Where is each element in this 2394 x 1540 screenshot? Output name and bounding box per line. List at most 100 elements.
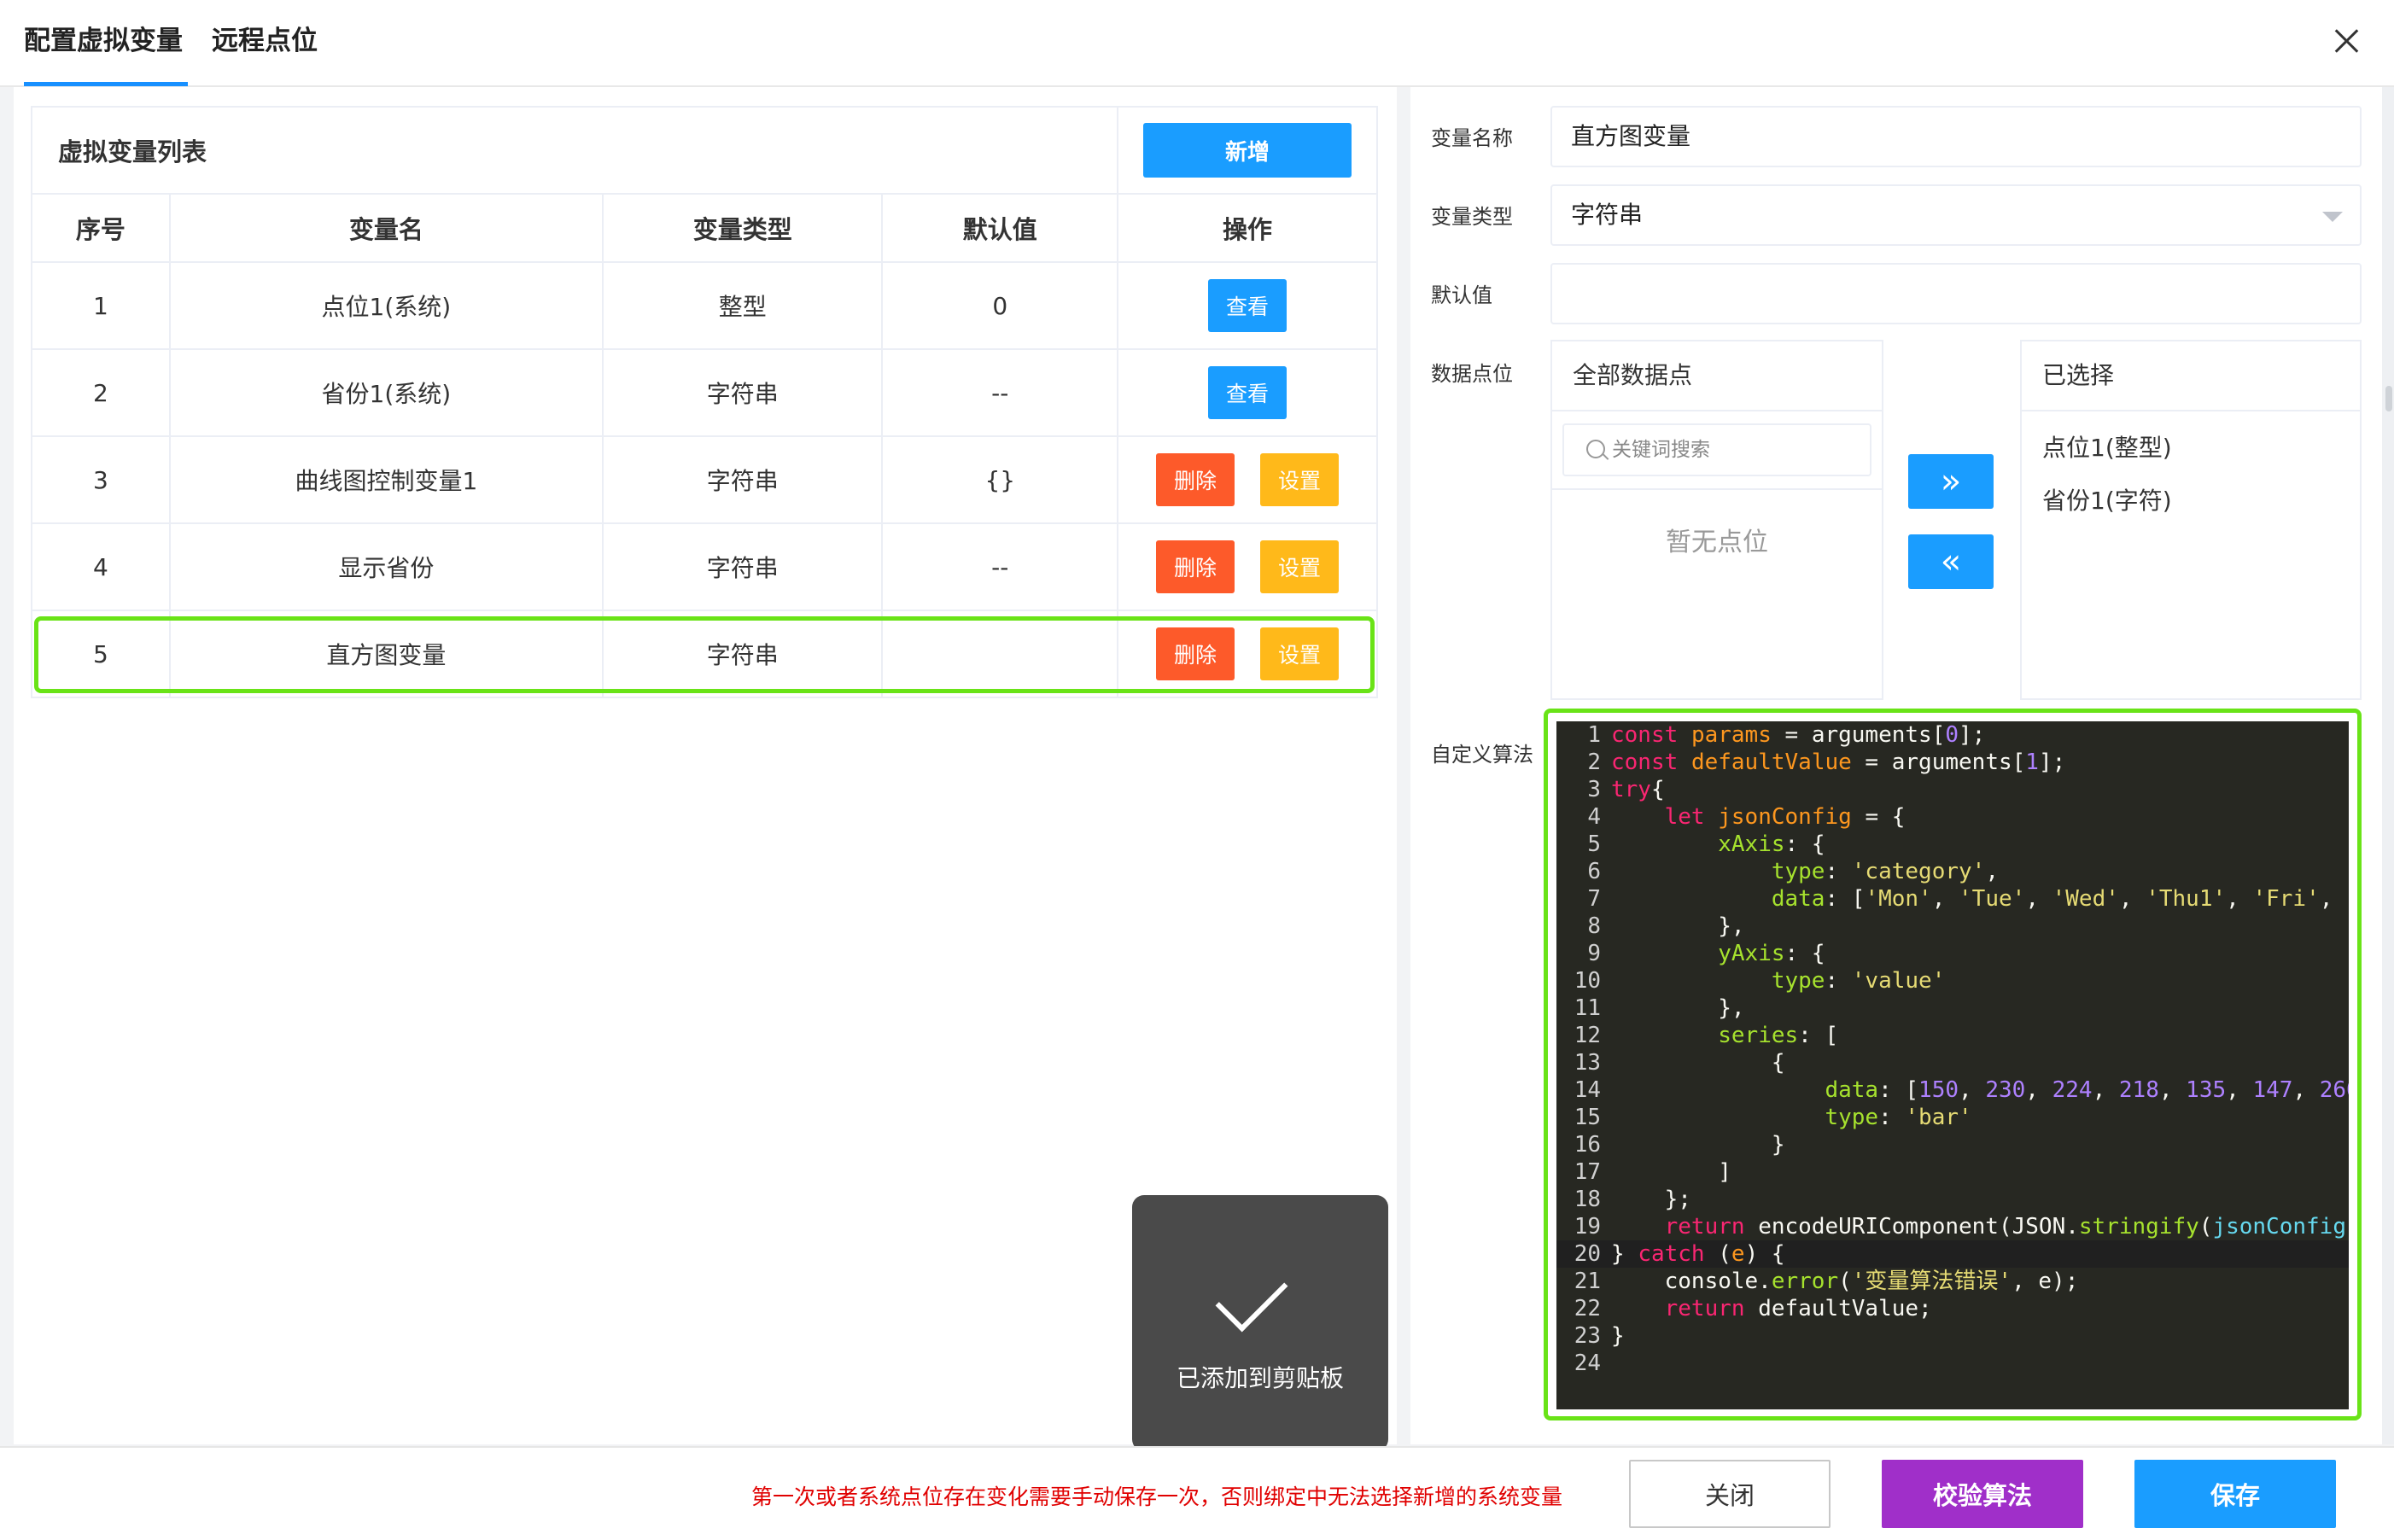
code-token: 'value'	[1851, 968, 1946, 994]
view-button[interactable]: 查看	[1208, 366, 1288, 419]
line-number: 10	[1574, 968, 1601, 994]
code-token: },	[1611, 995, 1745, 1021]
code-token: const	[1611, 750, 1679, 775]
variable-type-value: 字符串	[1571, 201, 1644, 229]
variable-type-select[interactable]: 字符串	[1550, 184, 2362, 246]
code-token: },	[1611, 913, 1745, 939]
move-left-button[interactable]: «	[1908, 534, 1994, 589]
code-line[interactable]: 24	[1556, 1350, 2349, 1377]
code-token: data	[1771, 886, 1825, 912]
code-token: console.	[1611, 1269, 1772, 1294]
code-line[interactable]: 19 return encodeURIComponent(JSON.string…	[1556, 1213, 2349, 1240]
add-variable-button[interactable]: 新增	[1143, 123, 1352, 178]
table-row: 3 曲线图控制变量1 字符串 {} 删除 设置	[31, 435, 1378, 524]
code-token: return	[1664, 1214, 1745, 1240]
code-line[interactable]: 15 type: 'bar'	[1556, 1104, 2349, 1131]
selected-point-item[interactable]: 点位1(整型)	[2022, 422, 2360, 475]
code-line[interactable]: 12 series: [	[1556, 1022, 2349, 1049]
close-icon[interactable]	[2329, 24, 2363, 58]
code-line[interactable]: 3 try{	[1556, 776, 2349, 803]
code-line[interactable]: 17 ]	[1556, 1158, 2349, 1186]
close-button[interactable]: 关闭	[1629, 1460, 1831, 1528]
line-number: 18	[1574, 1187, 1601, 1212]
code-token: yAxis	[1718, 941, 1785, 966]
delete-button[interactable]: 删除	[1156, 627, 1235, 680]
move-right-button[interactable]: »	[1908, 454, 1994, 509]
row-actions: 查看	[1117, 261, 1378, 350]
line-number: 7	[1587, 886, 1601, 912]
scrollbar[interactable]	[2382, 87, 2394, 1444]
default-value-input[interactable]	[1550, 263, 2362, 324]
code-line[interactable]: 16 }	[1556, 1131, 2349, 1158]
code-token: :	[1825, 968, 1852, 994]
code-line[interactable]: 6 type: 'category',	[1556, 858, 2349, 885]
code-line[interactable]: 9 yAxis: {	[1556, 940, 2349, 967]
settings-button[interactable]: 设置	[1260, 540, 1340, 593]
code-token: xAxis	[1718, 831, 1785, 857]
code-line[interactable]: 23}	[1556, 1322, 2349, 1350]
code-token: }	[1611, 1132, 1785, 1158]
tab-remote-points[interactable]: 远程点位	[212, 22, 318, 60]
delete-button[interactable]: 删除	[1156, 540, 1235, 593]
code-line[interactable]: 8 },	[1556, 913, 2349, 940]
code-line[interactable]: 13 {	[1556, 1049, 2349, 1076]
column-header-name: 变量名	[168, 193, 604, 263]
table-title: 虚拟变量列表	[30, 106, 1119, 195]
code-token: 'Fri'	[2252, 886, 2320, 912]
code-token: : [	[1825, 886, 1866, 912]
code-token: (	[1704, 1241, 1731, 1267]
code-token: ,	[2092, 1077, 2119, 1103]
code-token: : {	[1784, 941, 1825, 966]
add-cell: 新增	[1117, 106, 1378, 195]
code-line[interactable]: 14 data: [150, 230, 224, 218, 135, 147, …	[1556, 1076, 2349, 1104]
code-line[interactable]: 11 },	[1556, 995, 2349, 1022]
code-line[interactable]: 20} catch (e) {	[1556, 1240, 2349, 1268]
code-line[interactable]: 4 let jsonConfig = {	[1556, 803, 2349, 831]
selected-point-item[interactable]: 省份1(字符)	[2022, 475, 2360, 528]
points-search-input[interactable]: 关键词搜索	[1562, 423, 1871, 476]
code-token: return	[1664, 1296, 1745, 1321]
code-editor[interactable]: 1 const params = arguments[0]; 2 const defa…	[1556, 721, 2349, 1409]
delete-button[interactable]: 删除	[1156, 453, 1235, 506]
row-actions: 查看	[1117, 348, 1378, 437]
code-line[interactable]: 21 console.error('变量算法错误', e);	[1556, 1268, 2349, 1295]
verify-algorithm-button[interactable]: 校验算法	[1882, 1460, 2083, 1528]
code-token: ,	[2025, 1077, 2052, 1103]
code-line[interactable]: 5 xAxis: {	[1556, 831, 2349, 858]
code-token: ,	[1959, 1077, 1986, 1103]
line-number: 14	[1574, 1077, 1601, 1103]
code-line[interactable]: 7 data: ['Mon', 'Tue', 'Wed', 'Thu1', 'F…	[1556, 885, 2349, 913]
view-button[interactable]: 查看	[1208, 279, 1288, 332]
code-token: ,	[2226, 886, 2253, 912]
line-number: 11	[1574, 995, 1601, 1021]
code-token: defaultValue;	[1744, 1296, 1932, 1321]
check-icon	[1215, 1259, 1288, 1333]
code-token: };	[1611, 1187, 1691, 1212]
line-number: 23	[1574, 1323, 1601, 1349]
tab-virtual-variables[interactable]: 配置虚拟变量	[24, 22, 183, 60]
code-token: = arguments[	[1851, 750, 2026, 775]
code-line[interactable]: 18 };	[1556, 1186, 2349, 1213]
settings-button[interactable]: 设置	[1260, 453, 1340, 506]
code-token: ]	[1611, 1159, 1731, 1185]
settings-button[interactable]: 设置	[1260, 627, 1340, 680]
line-number: 24	[1574, 1350, 1601, 1376]
type-label: 变量类型	[1431, 205, 1513, 229]
variable-name-input[interactable]: 直方图变量	[1550, 106, 2362, 167]
code-token: 'category'	[1851, 859, 1986, 884]
table-row: 4 显示省份 字符串 -- 删除 设置	[31, 522, 1378, 611]
code-line[interactable]: 22 return defaultValue;	[1556, 1295, 2349, 1322]
code-line[interactable]: 10 type: 'value'	[1556, 967, 2349, 995]
row-default	[881, 610, 1119, 698]
row-name: 显示省份	[168, 522, 604, 611]
scrollbar-thumb[interactable]	[2385, 386, 2392, 411]
code-token: jsonConfig	[2212, 1214, 2346, 1240]
code-line[interactable]: 1 const params = arguments[0];	[1556, 721, 2349, 749]
line-number: 17	[1574, 1159, 1601, 1185]
save-button[interactable]: 保存	[2134, 1460, 2336, 1528]
code-token: e	[1731, 1241, 1745, 1267]
code-line[interactable]: 2 const defaultValue = arguments[1];	[1556, 749, 2349, 776]
